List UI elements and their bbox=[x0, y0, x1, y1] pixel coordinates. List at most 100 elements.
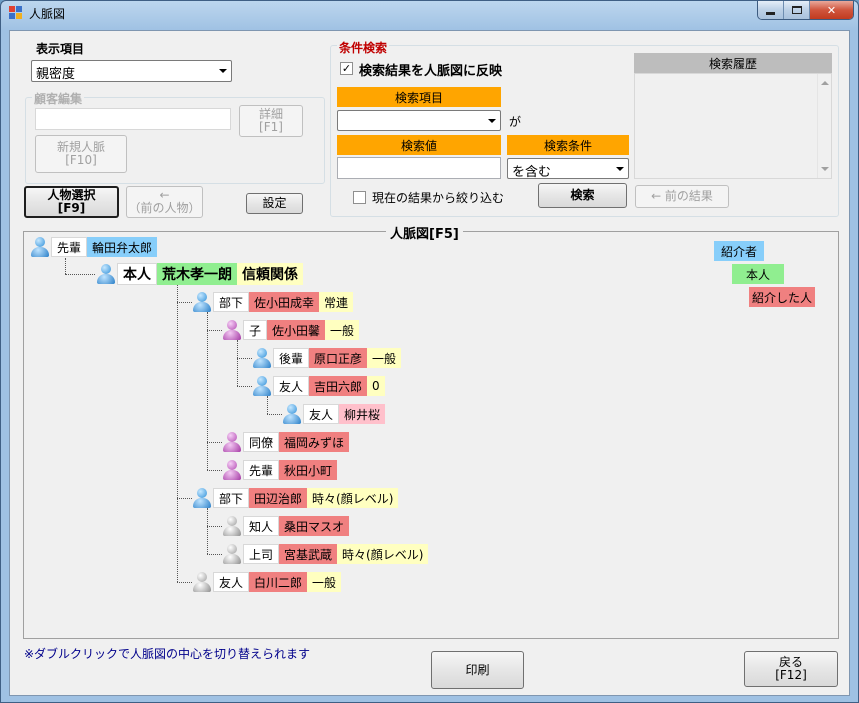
network-tree-panel[interactable]: 人脈図[F5] 先輩 輪田弁太郎 本人 荒木孝一朗 信頼関係 部下 佐小田成幸 … bbox=[23, 223, 839, 639]
scroll-up-icon[interactable] bbox=[821, 81, 829, 85]
title-bar[interactable]: 人脈図 ✕ bbox=[1, 1, 858, 25]
relation-value: 0 bbox=[367, 376, 385, 396]
reflect-checkbox[interactable]: ✓ bbox=[340, 62, 353, 75]
search-value-label: 検索値 bbox=[337, 135, 501, 155]
close-icon: ✕ bbox=[826, 3, 837, 17]
condition-search-group: 条件検索 ✓ 検索結果を人脈図に反映 検索項目 が 検索値 検索条件 を含む 現… bbox=[330, 39, 839, 217]
search-button[interactable]: 検索 bbox=[538, 183, 627, 208]
display-item-value: 親密度 bbox=[36, 67, 76, 82]
person-name: 佐小田成幸 bbox=[249, 292, 320, 312]
person-select-button[interactable]: 人物選択 [F9] bbox=[24, 186, 119, 218]
tree-node[interactable]: 友人 柳井桜 bbox=[281, 403, 386, 425]
display-item-combo[interactable]: 親密度 bbox=[31, 60, 232, 82]
prev-result-button[interactable]: ← 前の結果 bbox=[635, 185, 729, 208]
person-name: 田辺治郎 bbox=[249, 488, 308, 508]
relation-value: 時々(顔レベル) bbox=[337, 544, 429, 564]
relation-label: 友人 bbox=[303, 404, 340, 424]
maximize-button[interactable] bbox=[784, 1, 810, 19]
display-item-label: 表示項目 bbox=[34, 40, 87, 57]
relation-value: 一般 bbox=[367, 348, 402, 368]
search-value-field[interactable] bbox=[337, 157, 501, 179]
search-item-combo[interactable] bbox=[337, 110, 501, 131]
tree-node[interactable]: 友人 吉田六郎 0 bbox=[251, 376, 385, 396]
search-history-list[interactable] bbox=[634, 73, 832, 179]
person-icon bbox=[281, 403, 303, 425]
prev-person-button-label: （前の人物） bbox=[128, 201, 201, 215]
prev-result-button-label: ← 前の結果 bbox=[651, 189, 713, 203]
new-contact-button[interactable]: 新規人脈 [F10] bbox=[35, 135, 127, 173]
client-area: 表示項目 親密度 顧客編集 詳細 [F1] 新規人脈 [F10] 人物選択 [F… bbox=[9, 30, 850, 696]
person-name: 秋田小町 bbox=[279, 460, 338, 480]
network-tree-title: 人脈図[F5] bbox=[386, 223, 463, 242]
detail-button-key: [F1] bbox=[259, 120, 283, 134]
tree-node-introducer[interactable]: 先輩 輪田弁太郎 bbox=[29, 237, 158, 257]
reflect-checkbox-label: 検索結果を人脈図に反映 bbox=[359, 64, 503, 79]
person-name: 荒木孝一朗 bbox=[157, 263, 237, 285]
relation-label: 本人 bbox=[117, 263, 157, 285]
person-icon bbox=[221, 543, 243, 565]
relation-label: 友人 bbox=[273, 376, 310, 396]
scroll-down-icon[interactable] bbox=[821, 167, 829, 171]
relation-label: 上司 bbox=[243, 544, 280, 564]
person-name: 柳井桜 bbox=[339, 404, 386, 424]
tree-node-self[interactable]: 本人 荒木孝一朗 信頼関係 bbox=[95, 263, 303, 285]
person-name: 宮基武蔵 bbox=[279, 544, 338, 564]
ga-label: が bbox=[509, 115, 522, 129]
scrollbar[interactable] bbox=[817, 74, 831, 178]
app-icon bbox=[9, 6, 23, 20]
search-condition-combo[interactable]: を含む bbox=[507, 158, 629, 180]
chevron-down-icon bbox=[219, 69, 227, 73]
relation-label: 部下 bbox=[213, 292, 250, 312]
main-window: 人脈図 ✕ 表示項目 親密度 顧客編集 詳細 [F1] 新規人脈 [F10] 人… bbox=[0, 0, 859, 703]
settings-button[interactable]: 設定 bbox=[246, 193, 303, 214]
person-name: 桑田マスオ bbox=[279, 516, 350, 536]
person-icon bbox=[221, 431, 243, 453]
person-icon bbox=[221, 319, 243, 341]
back-button-key: [F12] bbox=[775, 668, 807, 682]
relation-value: 常連 bbox=[319, 292, 354, 312]
detail-button[interactable]: 詳細 [F1] bbox=[239, 105, 303, 137]
print-button[interactable]: 印刷 bbox=[431, 651, 524, 689]
tree-node[interactable]: 同僚 福岡みずほ bbox=[221, 431, 350, 453]
relation-label: 先輩 bbox=[51, 237, 88, 257]
person-icon bbox=[251, 375, 273, 397]
maximize-icon bbox=[791, 6, 802, 14]
relation-value: 一般 bbox=[307, 572, 342, 592]
close-button[interactable]: ✕ bbox=[810, 1, 853, 19]
person-icon bbox=[191, 571, 213, 593]
display-item-group: 表示項目 親密度 bbox=[25, 40, 324, 93]
tree-node[interactable]: 部下 佐小田成幸 常連 bbox=[191, 292, 354, 312]
search-condition-value: を含む bbox=[512, 165, 552, 180]
search-history-header: 検索履歴 bbox=[634, 53, 832, 73]
relation-value: 一般 bbox=[325, 320, 360, 340]
tree-node[interactable]: 友人 白川二郎 一般 bbox=[191, 571, 342, 593]
minimize-button[interactable] bbox=[758, 1, 784, 19]
person-name: 白川二郎 bbox=[249, 572, 308, 592]
condition-search-label: 条件検索 bbox=[337, 39, 390, 56]
person-select-button-key: [F9] bbox=[57, 201, 86, 215]
tree-node[interactable]: 上司 宮基武蔵 時々(顔レベル) bbox=[221, 543, 429, 565]
tree-node[interactable]: 先輩 秋田小町 bbox=[221, 460, 338, 480]
back-button[interactable]: 戻る [F12] bbox=[744, 651, 838, 687]
person-name: 吉田六郎 bbox=[309, 376, 368, 396]
customer-edit-label: 顧客編集 bbox=[32, 90, 85, 107]
narrow-checkbox-label: 現在の結果から絞り込む bbox=[372, 191, 505, 205]
person-icon bbox=[95, 263, 117, 285]
tree-node[interactable]: 知人 桑田マスオ bbox=[221, 516, 350, 536]
relation-value: 信頼関係 bbox=[237, 263, 303, 285]
minimize-icon bbox=[766, 11, 775, 15]
tree-node[interactable]: 部下 田辺治郎 時々(顔レベル) bbox=[191, 487, 399, 509]
relation-label: 知人 bbox=[243, 516, 280, 536]
tree-node[interactable]: 後輩 原口正彦 一般 bbox=[251, 348, 402, 368]
search-button-label: 検索 bbox=[570, 188, 595, 202]
narrow-checkbox[interactable] bbox=[353, 191, 366, 204]
tree-node[interactable]: 子 佐小田馨 一般 bbox=[221, 319, 360, 341]
customer-name-field[interactable] bbox=[35, 108, 231, 130]
legend-introducer: 紹介者 bbox=[714, 241, 765, 261]
chevron-down-icon bbox=[616, 167, 624, 171]
relation-value: 時々(顔レベル) bbox=[307, 488, 399, 508]
prev-person-button[interactable]: ← （前の人物） bbox=[126, 186, 203, 218]
relation-label: 部下 bbox=[213, 488, 250, 508]
person-icon bbox=[191, 487, 213, 509]
search-item-label: 検索項目 bbox=[337, 87, 501, 107]
